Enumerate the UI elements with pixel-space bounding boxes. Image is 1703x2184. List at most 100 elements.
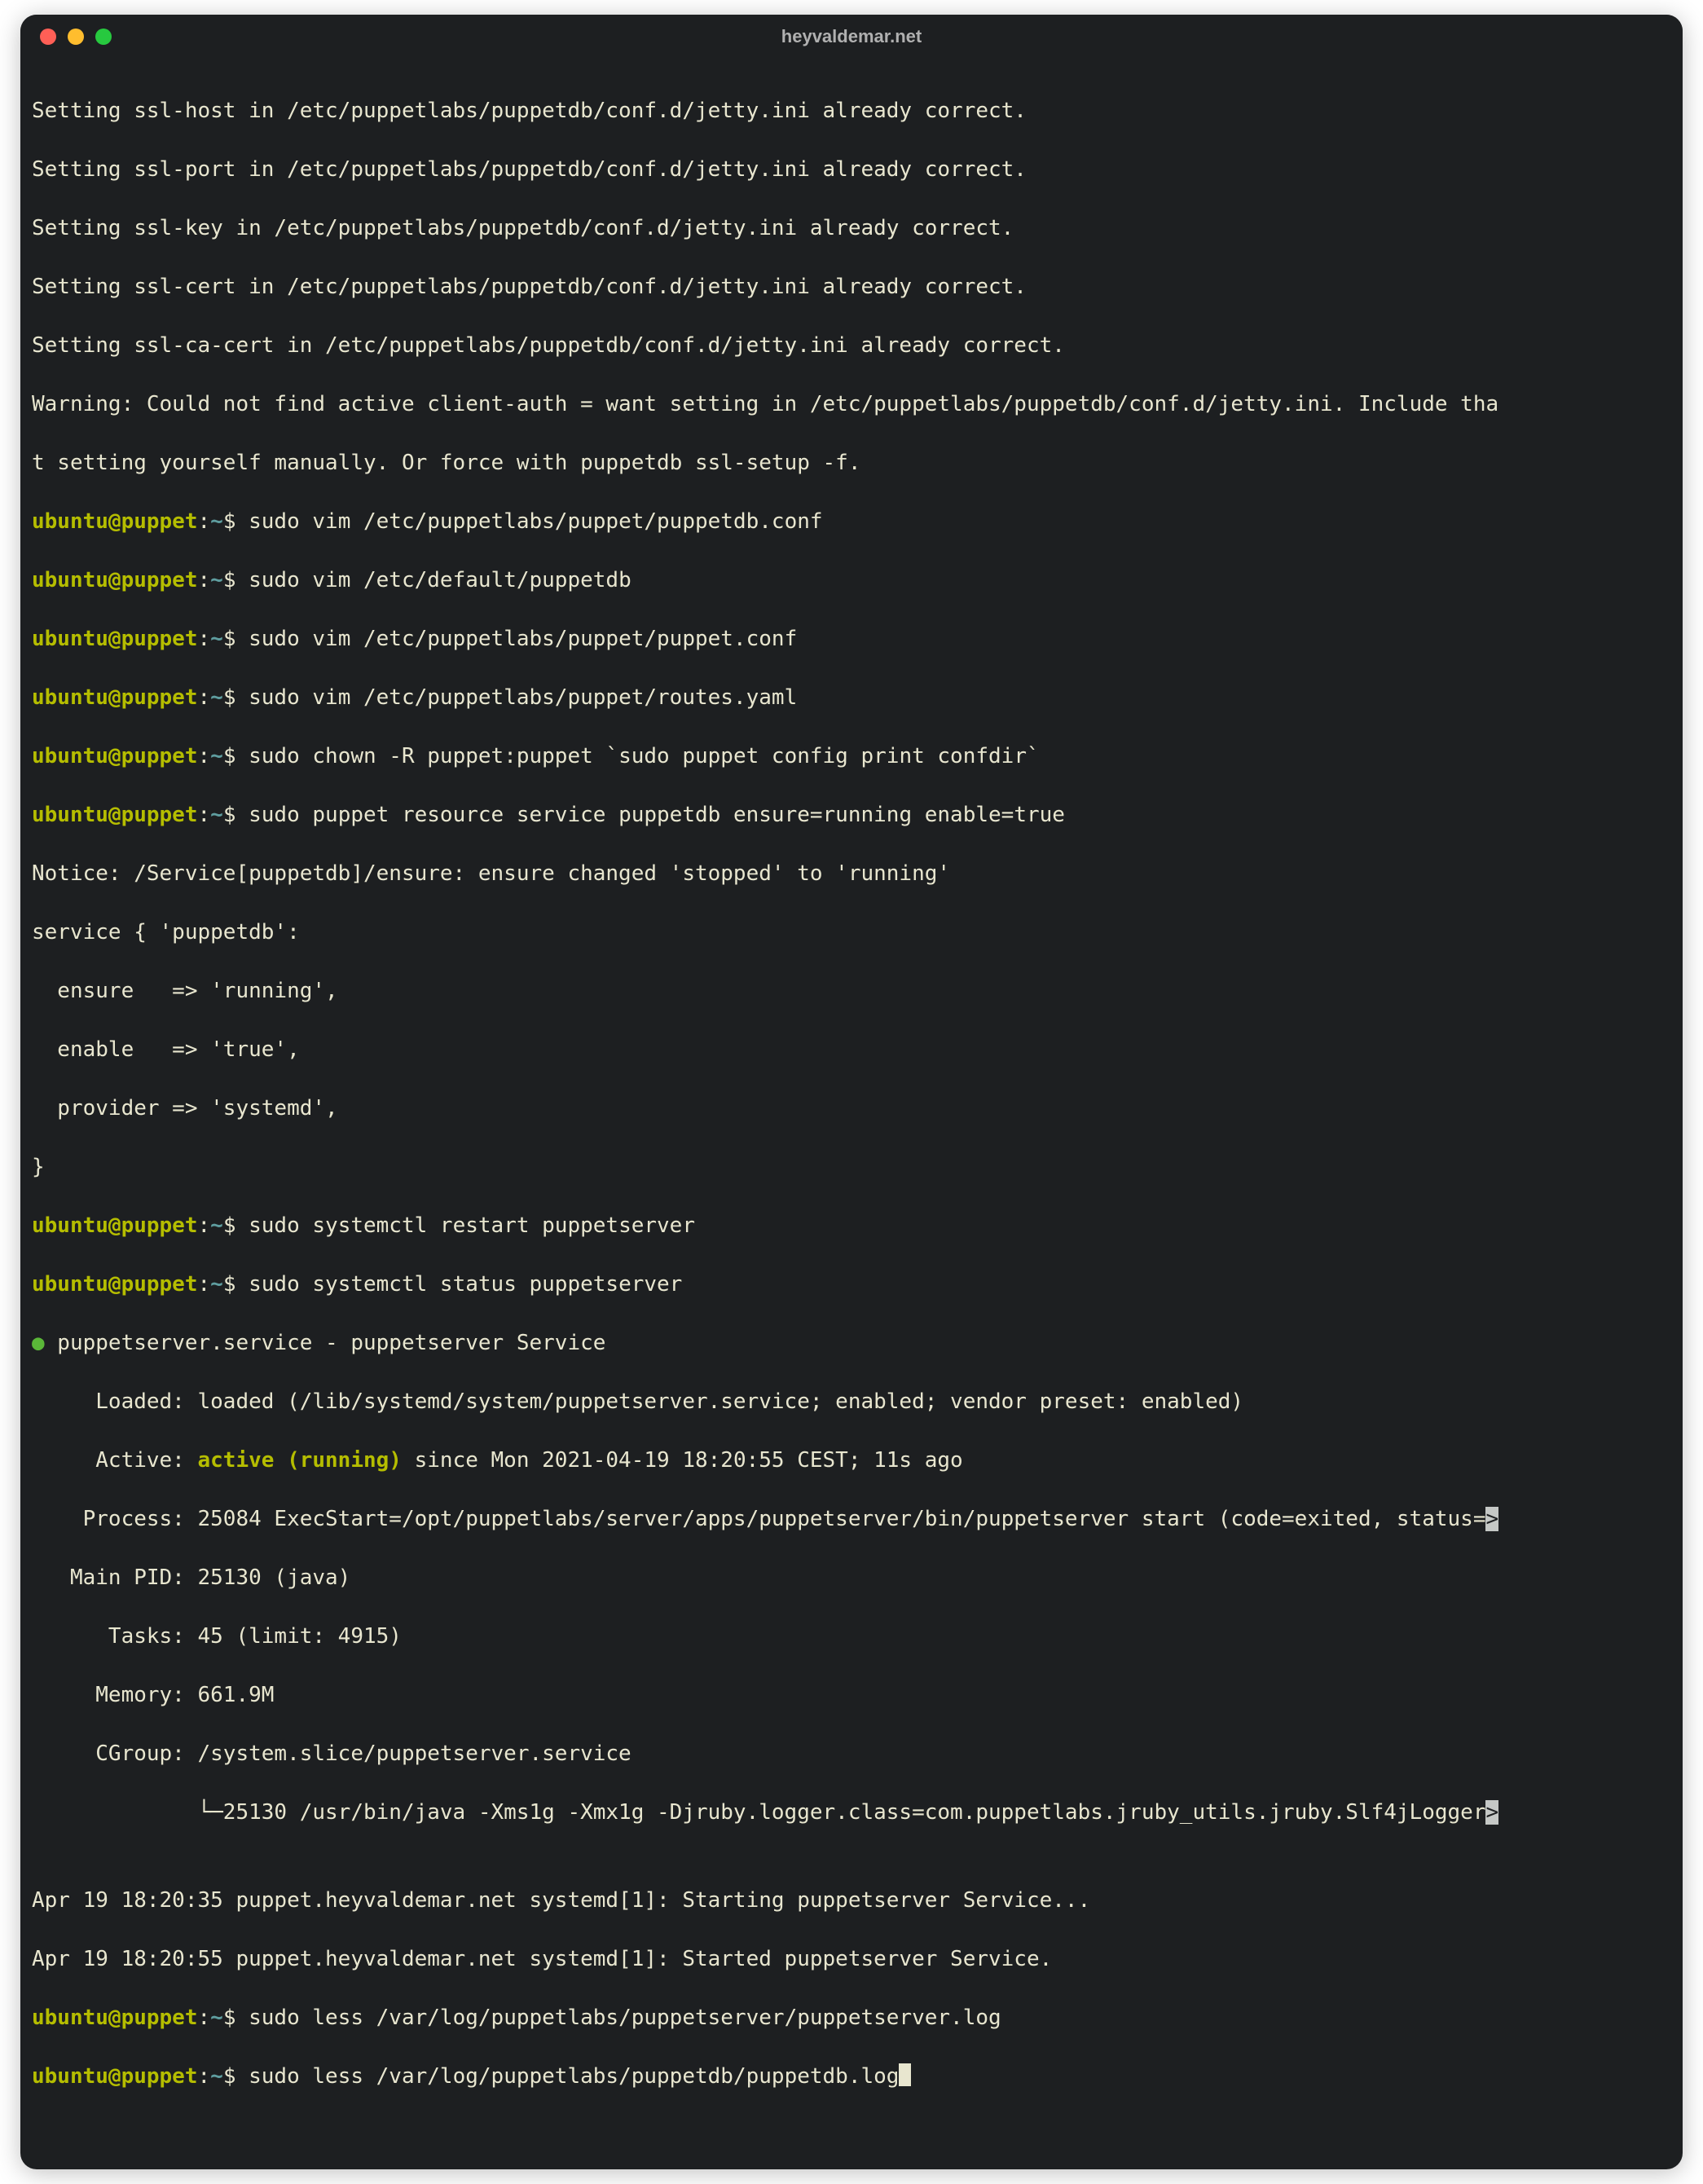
prompt-colon: : <box>198 2064 211 2089</box>
output-line: } <box>32 1152 1671 1182</box>
minimize-icon[interactable] <box>68 29 84 45</box>
prompt-user-host: ubuntu@puppet <box>32 1272 198 1297</box>
output-line: Setting ssl-port in /etc/puppetlabs/pupp… <box>32 155 1671 184</box>
prompt-user-host: ubuntu@puppet <box>32 627 198 651</box>
output-line: ensure => 'running', <box>32 976 1671 1006</box>
prompt-colon: : <box>198 568 211 592</box>
command-text: sudo systemctl status puppetserver <box>249 1272 682 1297</box>
prompt-path: ~ <box>210 2064 223 2089</box>
command-text: sudo vim /etc/puppetlabs/puppet/puppetdb… <box>249 509 822 534</box>
prompt-line: ubuntu@puppet:~$ sudo vim /etc/default/p… <box>32 566 1671 595</box>
prompt-path: ~ <box>210 1213 223 1238</box>
output-line: Warning: Could not find active client-au… <box>32 390 1671 419</box>
prompt-line: ubuntu@puppet:~$ sudo puppet resource se… <box>32 800 1671 830</box>
command-text: sudo vim /etc/default/puppetdb <box>249 568 631 592</box>
prompt-colon: : <box>198 1272 211 1297</box>
prompt-user-host: ubuntu@puppet <box>32 1213 198 1238</box>
prompt-path: ~ <box>210 1272 223 1297</box>
prompt-symbol: $ <box>223 2064 249 2089</box>
titlebar[interactable]: heyvaldemar.net <box>20 15 1683 59</box>
output-line: service { 'puppetdb': <box>32 918 1671 947</box>
output-line: └─25130 /usr/bin/java -Xms1g -Xmx1g -Djr… <box>32 1798 1671 1827</box>
output-line: CGroup: /system.slice/puppetserver.servi… <box>32 1739 1671 1768</box>
prompt-colon: : <box>198 2006 211 2030</box>
prompt-user-host: ubuntu@puppet <box>32 803 198 827</box>
overflow-arrow-icon: > <box>1485 1800 1498 1825</box>
output-line: t setting yourself manually. Or force wi… <box>32 448 1671 478</box>
prompt-colon: : <box>198 803 211 827</box>
command-text: sudo puppet resource service puppetdb en… <box>249 803 1065 827</box>
output-line: Main PID: 25130 (java) <box>32 1563 1671 1592</box>
prompt-path: ~ <box>210 568 223 592</box>
output-line: provider => 'systemd', <box>32 1094 1671 1123</box>
prompt-symbol: $ <box>223 1272 249 1297</box>
close-icon[interactable] <box>40 29 56 45</box>
terminal-window: heyvaldemar.net Setting ssl-host in /etc… <box>20 15 1683 2169</box>
prompt-symbol: $ <box>223 627 249 651</box>
prompt-colon: : <box>198 509 211 534</box>
prompt-user-host: ubuntu@puppet <box>32 568 198 592</box>
prompt-symbol: $ <box>223 1213 249 1238</box>
cursor-icon <box>899 2063 911 2086</box>
command-text: sudo vim /etc/puppetlabs/puppet/routes.y… <box>249 685 797 710</box>
prompt-user-host: ubuntu@puppet <box>32 744 198 768</box>
prompt-symbol: $ <box>223 744 249 768</box>
window-controls <box>40 29 112 45</box>
service-name: puppetserver.service - puppetserver Serv… <box>45 1331 606 1355</box>
prompt-path: ~ <box>210 744 223 768</box>
prompt-line: ubuntu@puppet:~$ sudo systemctl status p… <box>32 1270 1671 1299</box>
output-line: Notice: /Service[puppetdb]/ensure: ensur… <box>32 859 1671 888</box>
process-text: Process: 25084 ExecStart=/opt/puppetlabs… <box>32 1507 1485 1531</box>
prompt-user-host: ubuntu@puppet <box>32 2006 198 2030</box>
output-line: Loaded: loaded (/lib/systemd/system/pupp… <box>32 1387 1671 1416</box>
prompt-colon: : <box>198 685 211 710</box>
service-active-line: Active: active (running) since Mon 2021-… <box>32 1446 1671 1475</box>
prompt-colon: : <box>198 627 211 651</box>
command-text: sudo less /var/log/puppetlabs/puppetserv… <box>249 2006 1001 2030</box>
output-line: enable => 'true', <box>32 1035 1671 1064</box>
prompt-symbol: $ <box>223 803 249 827</box>
terminal-body[interactable]: Setting ssl-host in /etc/puppetlabs/pupp… <box>20 59 1683 2169</box>
prompt-line: ubuntu@puppet:~$ sudo systemctl restart … <box>32 1211 1671 1240</box>
output-line: Setting ssl-ca-cert in /etc/puppetlabs/p… <box>32 331 1671 360</box>
active-value: active (running) <box>198 1448 402 1473</box>
prompt-line: ubuntu@puppet:~$ sudo vim /etc/puppetlab… <box>32 683 1671 712</box>
prompt-user-host: ubuntu@puppet <box>32 509 198 534</box>
prompt-symbol: $ <box>223 2006 249 2030</box>
window-title: heyvaldemar.net <box>20 26 1683 47</box>
prompt-line: ubuntu@puppet:~$ sudo chown -R puppet:pu… <box>32 742 1671 771</box>
service-status-line: ● puppetserver.service - puppetserver Se… <box>32 1328 1671 1358</box>
overflow-arrow-icon: > <box>1485 1507 1498 1531</box>
output-line: Memory: 661.9M <box>32 1680 1671 1710</box>
output-line: Tasks: 45 (limit: 4915) <box>32 1622 1671 1651</box>
output-line: Apr 19 18:20:55 puppet.heyvaldemar.net s… <box>32 1944 1671 1974</box>
prompt-symbol: $ <box>223 685 249 710</box>
maximize-icon[interactable] <box>95 29 112 45</box>
active-label: Active: <box>32 1448 198 1473</box>
prompt-colon: : <box>198 744 211 768</box>
cgroup-child: └─25130 /usr/bin/java -Xms1g -Xmx1g -Djr… <box>32 1800 1485 1825</box>
output-line: Setting ssl-host in /etc/puppetlabs/pupp… <box>32 96 1671 125</box>
prompt-path: ~ <box>210 685 223 710</box>
prompt-user-host: ubuntu@puppet <box>32 685 198 710</box>
output-line: Apr 19 18:20:35 puppet.heyvaldemar.net s… <box>32 1886 1671 1915</box>
output-line: Process: 25084 ExecStart=/opt/puppetlabs… <box>32 1504 1671 1534</box>
prompt-colon: : <box>198 1213 211 1238</box>
output-line: Setting ssl-cert in /etc/puppetlabs/pupp… <box>32 272 1671 302</box>
prompt-path: ~ <box>210 627 223 651</box>
command-text: sudo chown -R puppet:puppet `sudo puppet… <box>249 744 1040 768</box>
command-text: sudo vim /etc/puppetlabs/puppet/puppet.c… <box>249 627 797 651</box>
prompt-symbol: $ <box>223 509 249 534</box>
status-dot-icon: ● <box>32 1331 45 1355</box>
prompt-line: ubuntu@puppet:~$ sudo vim /etc/puppetlab… <box>32 624 1671 654</box>
prompt-line: ubuntu@puppet:~$ sudo less /var/log/pupp… <box>32 2062 1671 2091</box>
output-line: Setting ssl-key in /etc/puppetlabs/puppe… <box>32 214 1671 243</box>
prompt-line: ubuntu@puppet:~$ sudo less /var/log/pupp… <box>32 2003 1671 2032</box>
prompt-user-host: ubuntu@puppet <box>32 2064 198 2089</box>
prompt-path: ~ <box>210 2006 223 2030</box>
command-text: sudo less /var/log/puppetlabs/puppetdb/p… <box>249 2064 899 2089</box>
active-rest: since Mon 2021-04-19 18:20:55 CEST; 11s … <box>402 1448 963 1473</box>
prompt-path: ~ <box>210 803 223 827</box>
prompt-symbol: $ <box>223 568 249 592</box>
prompt-path: ~ <box>210 509 223 534</box>
